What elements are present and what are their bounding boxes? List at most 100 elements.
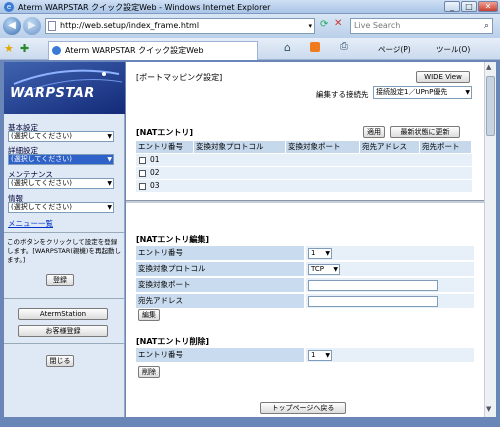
entry-number-cell: 1 ▼ bbox=[306, 246, 474, 260]
chevron-down-icon: ▼ bbox=[325, 250, 330, 257]
protocol-select[interactable]: TCP ▼ bbox=[308, 264, 340, 275]
chevron-down-icon: ▼ bbox=[107, 156, 112, 163]
page-menu[interactable]: ページ(P) bbox=[378, 44, 411, 55]
back-icon[interactable]: ◀ bbox=[3, 17, 21, 35]
maintenance-select[interactable]: (選択してください) ▼ bbox=[8, 178, 114, 189]
url-text: http://web.setup/index_frame.html bbox=[60, 21, 200, 30]
refresh-status-button[interactable]: 最新状態に更新 bbox=[390, 126, 460, 138]
connection-label: 編集する接続先 bbox=[316, 90, 369, 99]
ie-icon: e bbox=[4, 2, 14, 12]
maximize-button[interactable]: □ bbox=[461, 1, 477, 12]
page-icon bbox=[48, 21, 56, 31]
port-input[interactable] bbox=[308, 280, 438, 291]
header-dest-port: 宛先ポート bbox=[420, 141, 472, 153]
nat-edit-title: [NATエントリ編集] bbox=[136, 235, 210, 244]
main-frame: [ポートマッピング設定] WIDE View 編集する接続先 接続設定1／UPn… bbox=[126, 62, 484, 417]
divider bbox=[4, 343, 125, 344]
basic-settings-select[interactable]: (選択してください) ▼ bbox=[8, 131, 114, 142]
basic-settings-value: (選択してください) bbox=[11, 132, 73, 140]
apply-button[interactable]: 適用 bbox=[363, 126, 385, 138]
forward-icon[interactable]: ▶ bbox=[23, 17, 41, 35]
tab-label: Aterm WARPSTAR クイック設定Web bbox=[65, 46, 204, 55]
rss-icon[interactable] bbox=[310, 42, 320, 52]
register-button[interactable]: 登録 bbox=[46, 274, 74, 286]
connection-select[interactable]: 接続設定1／UPnP優先 ▼ bbox=[373, 86, 472, 99]
protocol-value: TCP bbox=[311, 265, 324, 273]
stop-icon[interactable]: ✕ bbox=[334, 18, 342, 29]
entry-number-select[interactable]: 1 ▼ bbox=[308, 248, 332, 259]
tools-menu[interactable]: ツール(O) bbox=[436, 44, 470, 55]
tab-warpstar[interactable]: Aterm WARPSTAR クイック設定Web bbox=[48, 41, 258, 60]
protocol-label: 変換対象プロトコル bbox=[136, 262, 304, 276]
minimize-button[interactable]: _ bbox=[444, 1, 460, 12]
chevron-down-icon: ▼ bbox=[107, 133, 112, 140]
row-number: 03 bbox=[150, 181, 160, 190]
advanced-settings-value: (選択してください) bbox=[11, 155, 73, 163]
address-input[interactable]: http://web.setup/index_frame.html ▾ bbox=[45, 18, 315, 34]
frame-splitter[interactable] bbox=[126, 200, 484, 203]
chevron-down-icon: ▼ bbox=[107, 204, 112, 211]
chevron-down-icon: ▼ bbox=[107, 180, 112, 187]
nat-delete-form: エントリ番号 1 ▼ bbox=[136, 348, 476, 364]
address-toolbar: ◀ ▶ http://web.setup/index_frame.html ▾ … bbox=[0, 14, 500, 38]
edit-button[interactable]: 編集 bbox=[138, 309, 160, 321]
chevron-down-icon: ▼ bbox=[465, 89, 470, 96]
tab-icon bbox=[52, 46, 61, 55]
table-header: エントリ番号 変換対象プロトコル 変換対象ポート 宛先アドレス 宛先ポート bbox=[136, 141, 472, 153]
search-input[interactable]: Live Search ⌕ bbox=[350, 18, 493, 34]
delete-entry-label: エントリ番号 bbox=[136, 348, 304, 362]
row-number: 02 bbox=[150, 168, 160, 177]
refresh-icon[interactable]: ⟳ bbox=[320, 19, 328, 30]
dropdown-icon[interactable]: ▾ bbox=[308, 19, 312, 33]
scroll-down-icon[interactable]: ▼ bbox=[486, 405, 491, 413]
menu-list-link[interactable]: メニュー一覧 bbox=[8, 218, 53, 229]
advanced-settings-select[interactable]: (選択してください) ▼ bbox=[8, 154, 114, 165]
info-select[interactable]: (選択してください) ▼ bbox=[8, 202, 114, 213]
row-checkbox[interactable] bbox=[139, 157, 146, 164]
warpstar-logo: WARPSTAR bbox=[4, 62, 125, 114]
add-favorites-icon[interactable]: ✚ bbox=[20, 42, 29, 55]
header-dest-address: 宛先アドレス bbox=[360, 141, 420, 153]
title-bar: e Aterm WARPSTAR クイック設定Web - Windows Int… bbox=[0, 0, 500, 14]
nat-entry-title: [NATエントリ] bbox=[136, 128, 194, 137]
port-label: 変換対象ポート bbox=[136, 278, 304, 292]
window-title: Aterm WARPSTAR クイック設定Web - Windows Inter… bbox=[18, 3, 271, 12]
entry-number-value: 1 bbox=[311, 249, 316, 257]
delete-entry-cell: 1 ▼ bbox=[306, 348, 474, 362]
home-icon[interactable]: ⌂ bbox=[284, 41, 291, 54]
search-placeholder: Live Search bbox=[354, 21, 401, 30]
customer-register-button[interactable]: お客様登録 bbox=[18, 325, 108, 337]
protocol-cell: TCP ▼ bbox=[306, 262, 474, 276]
logo-text: WARPSTAR bbox=[10, 86, 95, 101]
header-port: 変換対象ポート bbox=[286, 141, 360, 153]
header-entry: エントリ番号 bbox=[136, 141, 194, 153]
port-cell bbox=[306, 278, 474, 292]
dest-address-input[interactable] bbox=[308, 296, 438, 307]
delete-entry-value: 1 bbox=[311, 351, 316, 359]
nat-delete-title: [NATエントリ削除] bbox=[136, 337, 210, 346]
vertical-scrollbar[interactable]: ▲ ▼ bbox=[484, 62, 496, 417]
nat-table: エントリ番号 変換対象プロトコル 変換対象ポート 宛先アドレス 宛先ポート 01… bbox=[136, 141, 472, 192]
search-icon[interactable]: ⌕ bbox=[484, 19, 489, 33]
scroll-thumb[interactable] bbox=[486, 76, 495, 136]
row-checkbox[interactable] bbox=[139, 170, 146, 177]
chevron-down-icon: ▼ bbox=[333, 266, 338, 273]
header-protocol: 変換対象プロトコル bbox=[194, 141, 286, 153]
print-icon[interactable]: ⎙ bbox=[340, 41, 348, 52]
dest-address-cell bbox=[306, 294, 474, 308]
delete-button[interactable]: 削除 bbox=[138, 366, 160, 378]
scroll-up-icon[interactable]: ▲ bbox=[486, 63, 491, 71]
nat-edit-form: エントリ番号 1 ▼ 変換対象プロトコル TCP ▼ 変換対象ポート 宛先アドレス bbox=[136, 246, 476, 310]
delete-entry-select[interactable]: 1 ▼ bbox=[308, 350, 332, 361]
favorites-star-icon[interactable]: ★ bbox=[4, 42, 14, 55]
top-page-button[interactable]: トップページへ戻る bbox=[260, 402, 346, 414]
row-number: 01 bbox=[150, 155, 160, 164]
divider bbox=[4, 298, 125, 299]
table-row: 01 bbox=[136, 153, 472, 166]
wide-view-button[interactable]: WIDE View bbox=[416, 71, 470, 83]
close-window-button[interactable]: ✕ bbox=[478, 1, 498, 12]
close-button[interactable]: 閉じる bbox=[46, 355, 74, 367]
row-checkbox[interactable] bbox=[139, 183, 146, 190]
chevron-down-icon: ▼ bbox=[325, 352, 330, 359]
aterm-station-button[interactable]: AtermStation bbox=[18, 308, 108, 320]
